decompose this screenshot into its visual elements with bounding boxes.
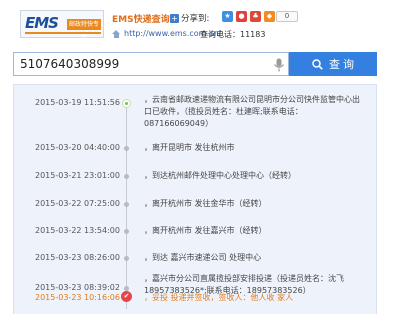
timeline-dot bbox=[124, 256, 129, 261]
search-icon bbox=[312, 58, 323, 70]
weibo-icon[interactable]: ● bbox=[236, 11, 247, 22]
share-label-group: + 分享到: bbox=[170, 12, 209, 24]
tracking-desc: ，离开杭州市 发往嘉兴市（经转） bbox=[144, 226, 267, 235]
tracking-time: 2015-03-22 07:25:00 bbox=[35, 199, 120, 208]
search-button[interactable]: 查 询 bbox=[289, 52, 377, 76]
logo-text: EMS bbox=[25, 14, 59, 32]
timeline-dot bbox=[124, 202, 129, 207]
share-count: 0 bbox=[276, 11, 298, 22]
tracking-time: 2015-03-20 04:40:00 bbox=[35, 143, 120, 152]
tracking-desc: ，到达杭州邮件处理中心处理中心（经转） bbox=[144, 171, 296, 180]
timeline-dot bbox=[124, 174, 129, 179]
tracking-desc: ，离开杭州市 发往金华市（经转） bbox=[144, 199, 267, 208]
timeline-dot bbox=[124, 146, 129, 151]
tracking-time: 2015-03-23 08:26:00 bbox=[35, 253, 120, 262]
tracking-panel: 2015-03-19 11:51:56 ，云南省邮政速递物流有限公司昆明市分公司… bbox=[13, 84, 377, 314]
tracking-time: 2015-03-19 11:51:56 bbox=[35, 98, 120, 107]
logo-stripe bbox=[25, 32, 101, 34]
search-button-label: 查 询 bbox=[328, 59, 355, 71]
microphone-icon[interactable] bbox=[273, 58, 285, 72]
kaixin-icon[interactable]: ◆ bbox=[264, 11, 275, 22]
ems-logo[interactable]: EMS 邮政特快专递 bbox=[20, 10, 104, 39]
home-icon bbox=[112, 29, 121, 38]
tracking-desc: ，离开昆明市 发往杭州市 bbox=[144, 143, 235, 152]
page-title[interactable]: EMS快递查询 bbox=[112, 12, 170, 25]
share-label: 分享到: bbox=[181, 14, 210, 24]
check-icon: ✔ bbox=[121, 291, 132, 302]
tracking-time: 2015-03-23 08:39:02 bbox=[35, 283, 120, 292]
tracking-time: 2015-03-21 23:01:00 bbox=[35, 171, 120, 180]
qzone-icon[interactable]: ★ bbox=[222, 11, 233, 22]
hotline: 查询电话：11183 bbox=[200, 30, 266, 39]
tracking-desc: ，妥投 投递并签收，签收人：他人收 家人 bbox=[144, 293, 294, 302]
tracking-time: 2015-03-23 10:16:06 bbox=[35, 293, 120, 302]
renren-icon[interactable]: ♣ bbox=[250, 11, 261, 22]
search-box bbox=[13, 52, 289, 76]
tracking-time: 2015-03-22 13:54:00 bbox=[35, 226, 120, 235]
tracking-desc: ，到达 嘉兴市速递公司 处理中心 bbox=[144, 253, 262, 262]
plus-icon: + bbox=[170, 13, 179, 23]
tracking-number-input[interactable] bbox=[20, 56, 260, 72]
tracking-desc: ，云南省邮政速递物流有限公司昆明市分公司快件监管中心出口已收件，（揽投员姓名：杜… bbox=[144, 95, 360, 128]
logo-subtitle: 邮政特快专递 bbox=[67, 19, 101, 39]
timeline-dot bbox=[124, 229, 129, 234]
timeline-start-icon bbox=[122, 99, 131, 108]
